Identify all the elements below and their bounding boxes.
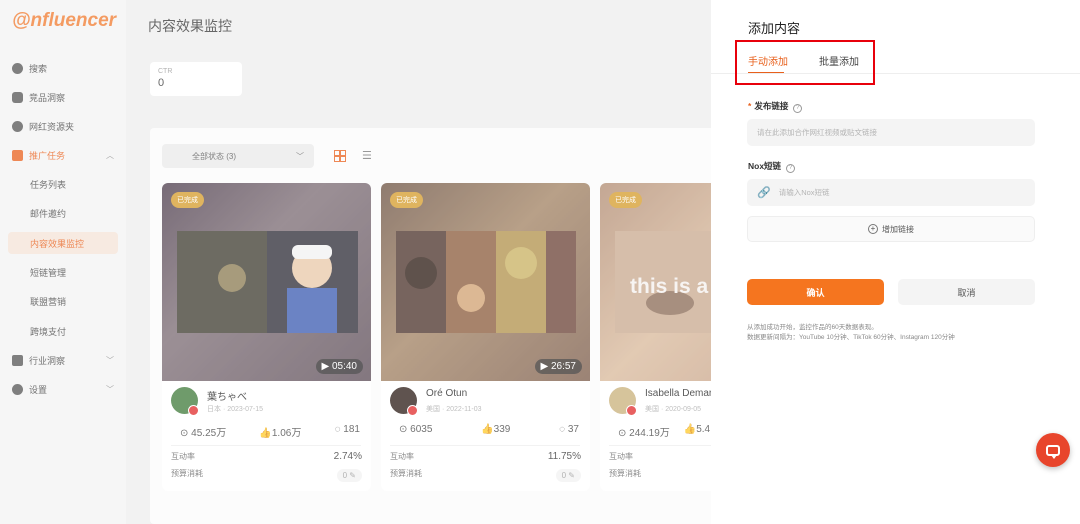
link-icon: 🔗	[757, 187, 771, 199]
add-content-drawer: 添加内容 手动添加 批量添加 * 发布链接? 请在此添加合作网红视频或贴文链接 N…	[711, 0, 1080, 524]
info-note: 数据更新间隔为：YouTube 10分钟、TikTok 60分钟、Instagr…	[747, 334, 955, 341]
required-marker: *	[748, 101, 752, 111]
confirm-button[interactable]: 确认	[747, 279, 884, 305]
modal-backdrop[interactable]	[0, 0, 711, 524]
plus-circle-icon: +	[868, 224, 878, 234]
nox-link-label: Nox短链?	[748, 160, 796, 173]
chat-support-button[interactable]	[1036, 433, 1070, 467]
nox-link-placeholder: 请输入Nox短链	[778, 188, 830, 197]
nox-link-input[interactable]: 🔗 请输入Nox短链	[747, 179, 1035, 206]
add-link-label: 增加链接	[882, 224, 914, 234]
cancel-button[interactable]: 取消	[898, 279, 1035, 305]
publish-link-label: * 发布链接?	[748, 100, 803, 113]
chat-icon	[1046, 444, 1060, 459]
publish-link-input[interactable]: 请在此添加合作网红视频或贴文链接	[747, 119, 1035, 146]
help-icon[interactable]: ?	[793, 104, 803, 113]
publish-link-placeholder: 请在此添加合作网红视频或贴文链接	[757, 128, 877, 137]
highlight-box	[735, 40, 875, 85]
info-note: 从添加成功开始，监控作品的60天数据表现。	[747, 324, 878, 331]
add-link-button[interactable]: + 增加链接	[747, 216, 1035, 242]
drawer-title: 添加内容	[748, 21, 801, 36]
help-icon[interactable]: ?	[786, 164, 796, 173]
